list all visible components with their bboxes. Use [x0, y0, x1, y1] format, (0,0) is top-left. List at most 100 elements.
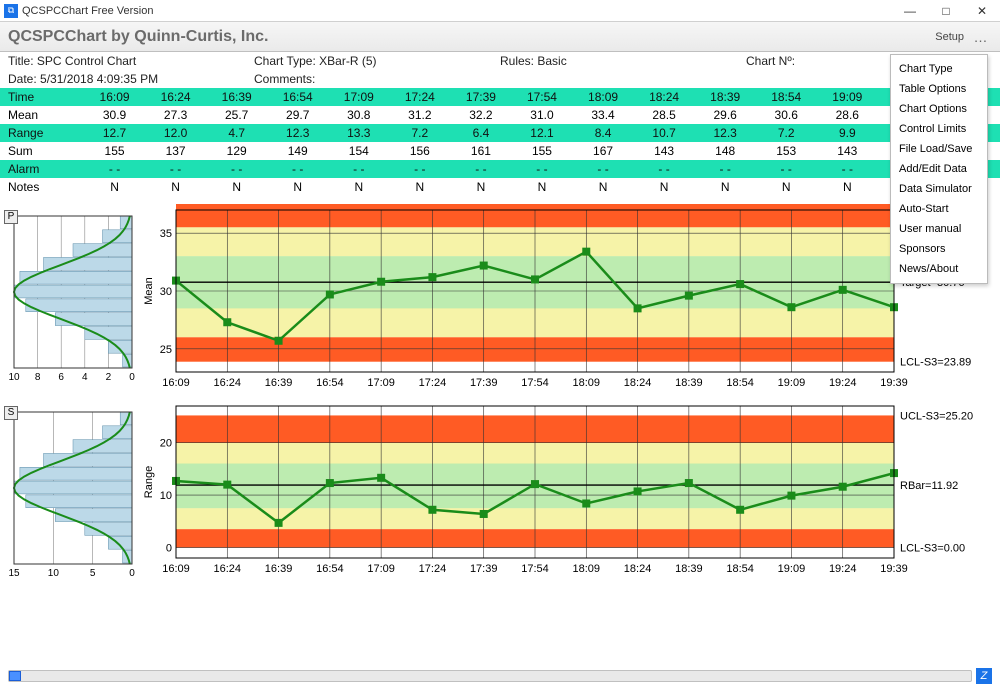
s-toggle-button[interactable]: S: [4, 406, 18, 420]
menu-item[interactable]: News/About: [891, 259, 987, 279]
cell: 7.2: [756, 126, 817, 140]
menu-item[interactable]: Chart Type: [891, 59, 987, 79]
cell: - -: [267, 162, 328, 176]
menu-item[interactable]: Chart Options: [891, 99, 987, 119]
cell: 29.7: [267, 108, 328, 122]
cell: - -: [573, 162, 634, 176]
cell: 154: [328, 144, 389, 158]
menu-item[interactable]: Sponsors: [891, 239, 987, 259]
cell: 12.3: [267, 126, 328, 140]
cell: - -: [756, 162, 817, 176]
cell: N: [145, 180, 206, 194]
table-row-range: Range12.712.04.712.313.37.26.412.18.410.…: [0, 124, 1000, 142]
svg-text:20: 20: [160, 438, 172, 450]
svg-text:25: 25: [160, 344, 172, 356]
more-button[interactable]: …: [970, 29, 992, 45]
cell: 12.7: [84, 126, 145, 140]
svg-text:19:39: 19:39: [880, 377, 908, 389]
svg-text:UCL-S3=25.20: UCL-S3=25.20: [900, 410, 973, 422]
scrollbar-thumb[interactable]: [9, 671, 21, 681]
menu-item[interactable]: Add/Edit Data: [891, 159, 987, 179]
svg-text:16:09: 16:09: [162, 377, 190, 389]
svg-text:19:09: 19:09: [778, 563, 806, 575]
rules-field: Rules: Basic: [500, 54, 746, 68]
date-field: Date: 5/31/2018 4:09:35 PM: [8, 72, 254, 86]
cell: 30.9: [84, 108, 145, 122]
cell: 16:09: [84, 90, 145, 104]
svg-text:6: 6: [58, 372, 64, 383]
cell: 9.9: [817, 126, 878, 140]
svg-text:15: 15: [8, 568, 20, 579]
cell: - -: [634, 162, 695, 176]
cell: - -: [206, 162, 267, 176]
menu-item[interactable]: Auto-Start: [891, 199, 987, 219]
cell: 10.7: [634, 126, 695, 140]
svg-text:17:54: 17:54: [521, 377, 549, 389]
cell: - -: [389, 162, 450, 176]
cell: N: [756, 180, 817, 194]
range-chart: 0102016:0916:2416:3916:5417:0917:2417:39…: [140, 400, 990, 580]
menu-item[interactable]: Control Limits: [891, 119, 987, 139]
cell: 7.2: [389, 126, 450, 140]
svg-text:17:24: 17:24: [419, 377, 447, 389]
zoom-button[interactable]: Z: [976, 668, 992, 684]
svg-text:LCL-S3=23.89: LCL-S3=23.89: [900, 357, 971, 369]
cell: N: [84, 180, 145, 194]
cell: 156: [389, 144, 450, 158]
cell: 18:09: [573, 90, 634, 104]
cell: 28.6: [817, 108, 878, 122]
menu-item[interactable]: File Load/Save: [891, 139, 987, 159]
table-row-alarm: Alarm- -- -- -- -- -- -- -- -- -- -- -- …: [0, 160, 1000, 178]
cell: 31.0: [511, 108, 572, 122]
meta-row-1: Title: SPC Control Chart Chart Type: XBa…: [0, 52, 1000, 70]
cell: 17:24: [389, 90, 450, 104]
cell: 137: [145, 144, 206, 158]
p-toggle-button[interactable]: P: [4, 210, 18, 224]
setup-button[interactable]: Setup: [929, 29, 970, 45]
menu-item[interactable]: User manual: [891, 219, 987, 239]
cell: N: [817, 180, 878, 194]
maximize-button[interactable]: □: [928, 0, 964, 22]
cell: 18:24: [634, 90, 695, 104]
setup-menu: Chart TypeTable OptionsChart OptionsCont…: [890, 54, 988, 284]
cell: - -: [511, 162, 572, 176]
cell: 13.3: [328, 126, 389, 140]
cell: 6.4: [450, 126, 511, 140]
row-label: Alarm: [0, 162, 84, 176]
svg-text:19:09: 19:09: [778, 377, 806, 389]
row-label: Time: [0, 90, 84, 104]
summary-table: Time16:0916:2416:3916:5417:0917:2417:391…: [0, 88, 1000, 196]
cell: - -: [450, 162, 511, 176]
svg-text:18:09: 18:09: [573, 563, 601, 575]
cell: 4.7: [206, 126, 267, 140]
cell: 33.4: [573, 108, 634, 122]
svg-text:30: 30: [160, 286, 172, 298]
cell: N: [573, 180, 634, 194]
cell: 12.1: [511, 126, 572, 140]
row-label: Notes: [0, 180, 84, 194]
horizontal-scrollbar[interactable]: [8, 670, 972, 682]
cell: - -: [817, 162, 878, 176]
cell: 27.3: [145, 108, 206, 122]
chart-area: 1086420 151050 P S 25303516:0916:2416:39…: [0, 200, 1000, 600]
cell: N: [511, 180, 572, 194]
cell: - -: [84, 162, 145, 176]
svg-text:19:24: 19:24: [829, 563, 857, 575]
cell: N: [267, 180, 328, 194]
table-row-notes: NotesNNNNNNNNNNNNNNN: [0, 178, 1000, 196]
svg-text:2: 2: [106, 372, 112, 383]
svg-text:18:24: 18:24: [624, 377, 652, 389]
svg-text:16:39: 16:39: [265, 563, 293, 575]
close-button[interactable]: ✕: [964, 0, 1000, 22]
cell: 18:39: [695, 90, 756, 104]
menu-item[interactable]: Table Options: [891, 79, 987, 99]
menu-item[interactable]: Data Simulator: [891, 179, 987, 199]
svg-text:16:09: 16:09: [162, 563, 190, 575]
minimize-button[interactable]: —: [892, 0, 928, 22]
svg-text:Range: Range: [143, 466, 155, 498]
svg-text:16:54: 16:54: [316, 563, 344, 575]
cell: 12.0: [145, 126, 206, 140]
cell: N: [328, 180, 389, 194]
cell: 16:39: [206, 90, 267, 104]
cell: 143: [817, 144, 878, 158]
